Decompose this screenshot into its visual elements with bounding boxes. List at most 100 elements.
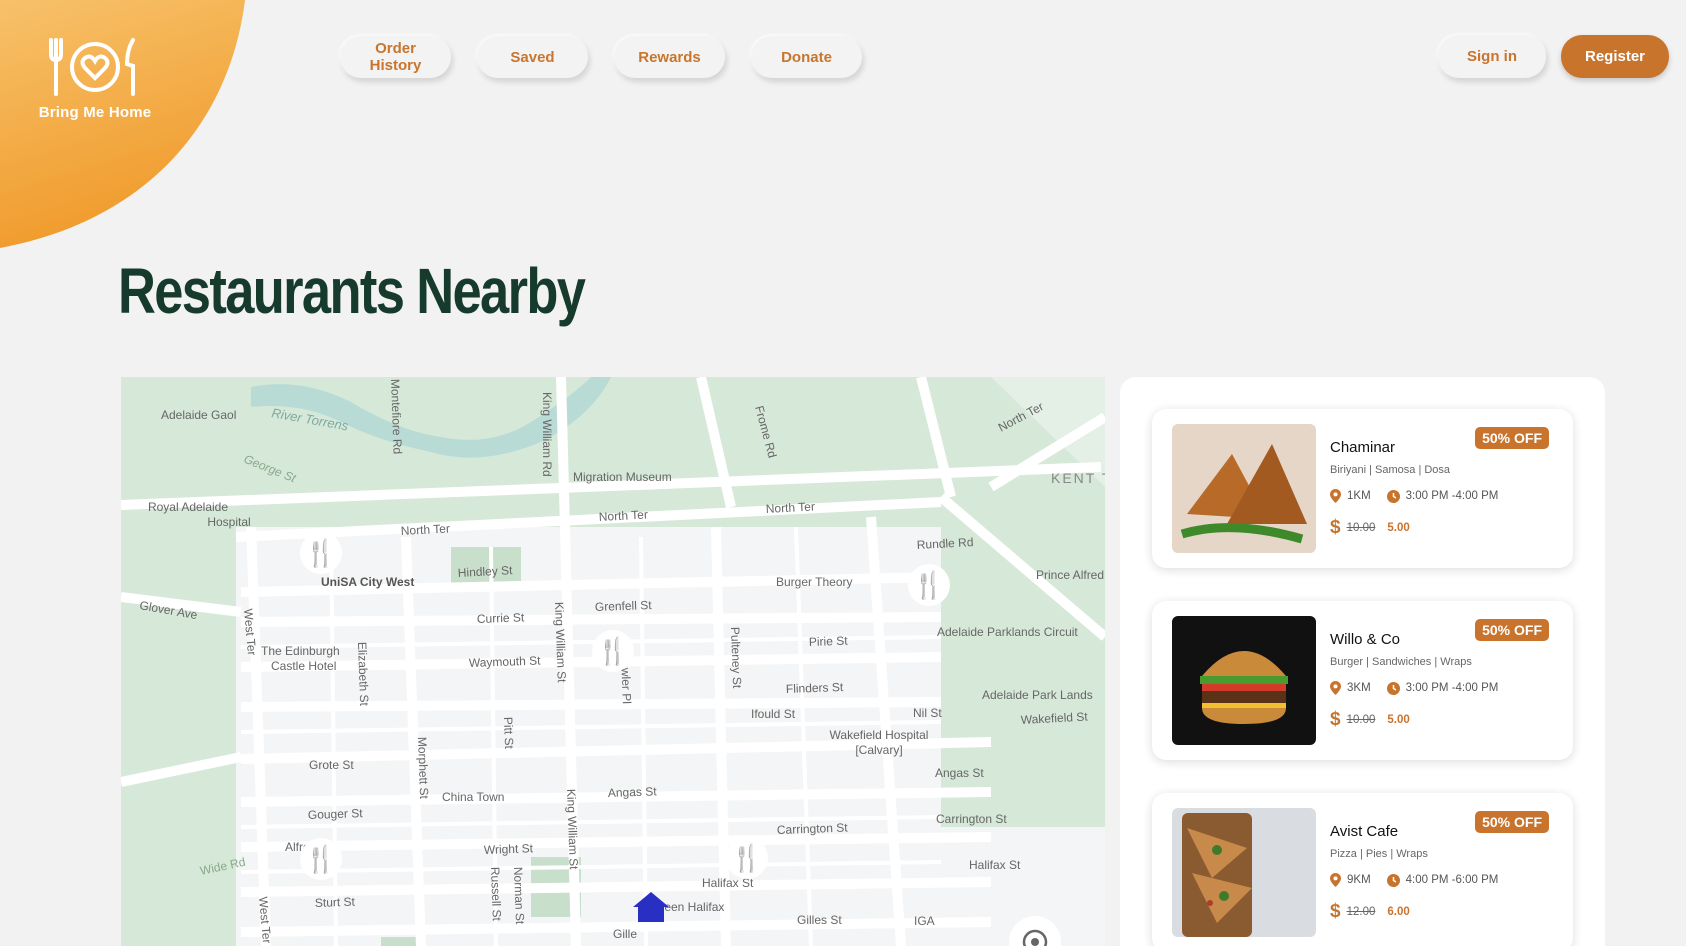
location-pin-icon [1330, 873, 1341, 887]
svg-text:King William St: King William St [552, 602, 569, 684]
svg-text:Pirie St: Pirie St [809, 634, 849, 649]
dollar-icon: $ [1330, 709, 1341, 730]
nav-rewards-button[interactable]: Rewards [614, 36, 725, 78]
svg-text:KENT T: KENT T [1051, 470, 1105, 486]
svg-text:Angas St: Angas St [935, 766, 984, 780]
restaurant-card[interactable]: Chaminar 50% OFF Biriyani | Samosa | Dos… [1152, 409, 1573, 568]
svg-text:Carrington St: Carrington St [777, 821, 849, 837]
svg-text:🍴: 🍴 [597, 636, 629, 667]
new-price: 5.00 [1387, 714, 1410, 726]
restaurant-card[interactable]: Avist Cafe 50% OFF Pizza | Pies | Wraps … [1152, 793, 1573, 946]
svg-text:Adelaide Parklands Circuit: Adelaide Parklands Circuit [937, 625, 1078, 639]
svg-text:Hospital: Hospital [207, 515, 250, 529]
burger-photo [1172, 616, 1316, 745]
old-price: 10.00 [1346, 714, 1376, 726]
svg-text:Migration Museum: Migration Museum [573, 470, 672, 484]
svg-text:Morphett St: Morphett St [415, 737, 431, 800]
svg-text:Halifax St: Halifax St [969, 858, 1021, 872]
svg-text:Pulteney St: Pulteney St [728, 627, 744, 689]
restaurant-meta: 9KM 4:00 PM -6:00 PM [1330, 873, 1498, 887]
svg-text:Prince Alfred: Prince Alfred [1036, 568, 1104, 582]
restaurant-marker-icon[interactable]: 🍴 [908, 564, 950, 606]
svg-text:IGA: IGA [914, 914, 935, 928]
restaurants-map[interactable]: Adelaide Gaol River Torrens George St Ro… [121, 377, 1105, 946]
auth-actions: Sign in Register [1438, 35, 1669, 78]
pickup-time: 3:00 PM -4:00 PM [1405, 682, 1499, 694]
distance: 3KM [1347, 682, 1371, 694]
svg-text:The Edinburgh: The Edinburgh [261, 644, 340, 658]
samosa-photo [1172, 424, 1316, 553]
svg-text:🍴: 🍴 [305, 844, 337, 875]
old-price: 10.00 [1346, 522, 1376, 534]
svg-text:Royal Adelaide: Royal Adelaide [148, 500, 228, 514]
discount-badge: 50% OFF [1475, 811, 1549, 833]
svg-text:🍴: 🍴 [305, 538, 337, 569]
price: $ 10.00 5.00 [1330, 517, 1410, 539]
nav-saved-button[interactable]: Saved [477, 36, 588, 78]
svg-text:Adelaide Gaol: Adelaide Gaol [161, 408, 236, 422]
restaurant-name: Avist Cafe [1330, 823, 1399, 840]
discount-badge: 50% OFF [1475, 427, 1549, 449]
svg-text:UniSA City West: UniSA City West [321, 575, 414, 589]
svg-text:Wright St: Wright St [484, 841, 534, 857]
svg-text:North Ter: North Ter [765, 499, 815, 516]
restaurant-marker-icon[interactable]: 🍴 [592, 630, 634, 672]
price: $ 10.00 5.00 [1330, 709, 1410, 731]
svg-text:Montefiore Rd: Montefiore Rd [388, 379, 405, 455]
dollar-icon: $ [1330, 517, 1341, 538]
nav-order-history-button[interactable]: Order History [340, 36, 451, 78]
page-title: Restaurants Nearby [118, 255, 586, 327]
dollar-icon: $ [1330, 901, 1341, 922]
restaurant-meta: 1KM 3:00 PM -4:00 PM [1330, 489, 1498, 503]
discount-badge: 50% OFF [1475, 619, 1549, 641]
restaurant-marker-icon[interactable]: 🍴 [726, 837, 768, 879]
svg-text:Hindley St: Hindley St [457, 563, 513, 580]
svg-text:Nil St: Nil St [913, 706, 942, 720]
svg-text:Wakefield Hospital: Wakefield Hospital [830, 728, 929, 742]
locate-me-button[interactable] [1009, 916, 1061, 946]
main-nav: Order History Saved Rewards Donate [340, 36, 862, 78]
location-pin-icon [1330, 681, 1341, 695]
pizza-photo [1172, 808, 1316, 937]
cuisines: Pizza | Pies | Wraps [1330, 848, 1428, 860]
brand-name: Bring Me Home [38, 104, 152, 121]
svg-text:North Ter: North Ter [598, 507, 648, 524]
svg-text:Waymouth St: Waymouth St [469, 653, 542, 670]
svg-text:China Town: China Town [442, 790, 504, 804]
clock-icon [1386, 681, 1400, 695]
svg-text:King William Rd: King William Rd [540, 392, 554, 477]
svg-text:Pitt St: Pitt St [501, 717, 516, 750]
distance: 1KM [1347, 490, 1371, 502]
brand[interactable]: Bring Me Home [34, 36, 156, 121]
restaurant-marker-icon[interactable]: 🍴 [300, 838, 342, 880]
svg-text:Norman St: Norman St [511, 867, 527, 925]
svg-text:Adelaide Park Lands: Adelaide Park Lands [982, 688, 1093, 702]
svg-text:Castle Hotel: Castle Hotel [271, 659, 336, 673]
distance: 9KM [1347, 874, 1371, 886]
register-button[interactable]: Register [1561, 35, 1669, 78]
new-price: 5.00 [1387, 522, 1410, 534]
cuisines: Biriyani | Samosa | Dosa [1330, 464, 1451, 476]
restaurant-card[interactable]: Willo & Co 50% OFF Burger | Sandwiches |… [1152, 601, 1573, 760]
svg-text:Flinders St: Flinders St [786, 680, 844, 696]
old-price: 12.00 [1346, 906, 1376, 918]
svg-text:Gille: Gille [613, 927, 637, 941]
svg-text:Elizabeth St: Elizabeth St [355, 642, 371, 707]
sign-in-button[interactable]: Sign in [1438, 35, 1546, 78]
svg-text:Angas St: Angas St [608, 784, 658, 800]
svg-text:Gouger St: Gouger St [308, 806, 364, 822]
cuisines: Burger | Sandwiches | Wraps [1330, 656, 1472, 668]
location-pin-icon [1330, 489, 1341, 503]
home-icon[interactable] [633, 892, 669, 922]
svg-text:Ifould St: Ifould St [751, 707, 796, 721]
nav-donate-button[interactable]: Donate [751, 36, 862, 78]
svg-text:North Ter: North Ter [400, 521, 450, 538]
price: $ 12.00 6.00 [1330, 901, 1410, 923]
restaurant-marker-icon[interactable]: 🍴 [300, 532, 342, 574]
svg-text:King William St: King William St [564, 789, 581, 871]
clock-icon [1386, 489, 1400, 503]
svg-text:🍴: 🍴 [731, 843, 763, 874]
svg-text:Sturt St: Sturt St [315, 895, 356, 910]
restaurant-name: Willo & Co [1330, 631, 1401, 648]
svg-text:🍴: 🍴 [913, 570, 945, 601]
